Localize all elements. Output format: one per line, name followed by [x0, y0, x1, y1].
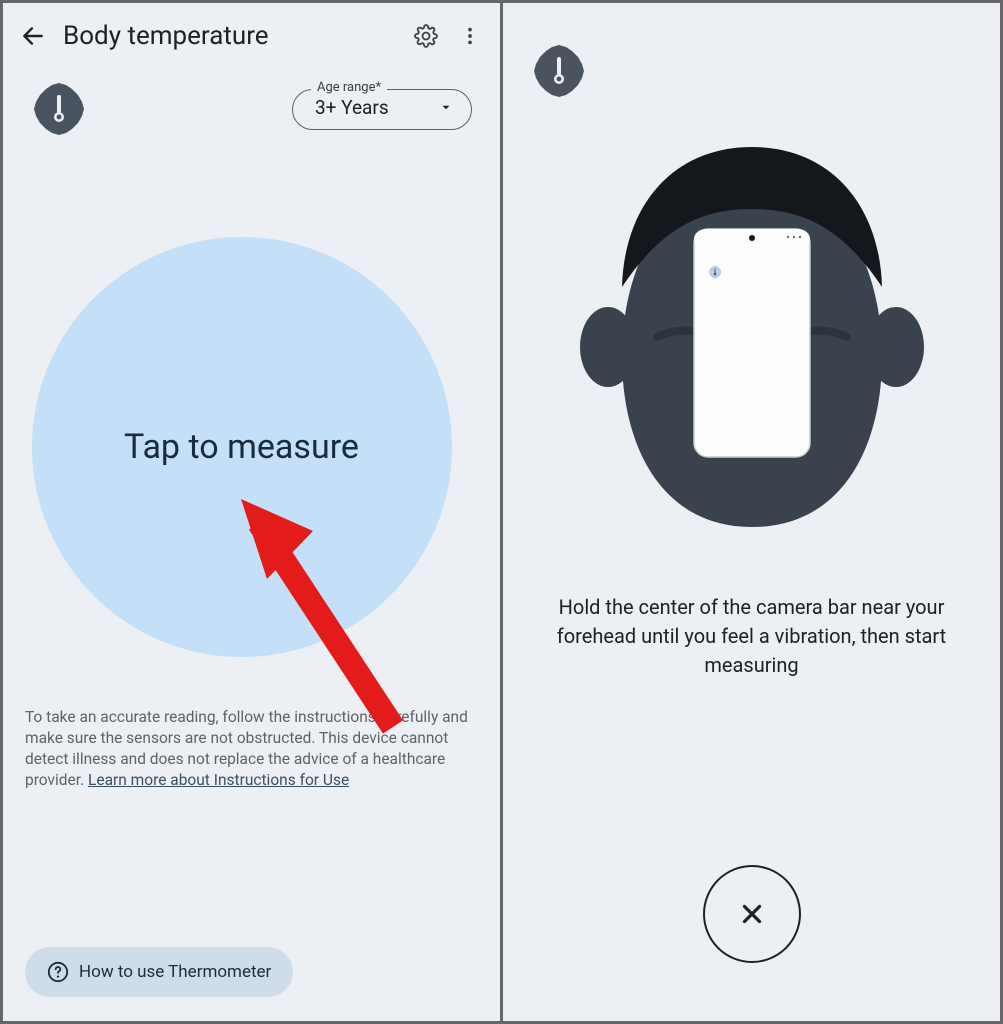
head-with-phone-icon — [562, 137, 942, 537]
thermometer-badge-icon — [31, 81, 87, 137]
age-range-value: 3+ Years — [315, 96, 389, 119]
settings-button[interactable] — [412, 22, 440, 50]
thermometer-badge-icon — [531, 43, 587, 99]
thermometer-badge — [503, 3, 1000, 103]
instruction-text: Hold the center of the camera bar near y… — [503, 593, 1000, 680]
arrow-left-icon — [20, 23, 46, 49]
close-button[interactable] — [703, 865, 801, 963]
more-vertical-icon — [459, 25, 481, 47]
age-range-label: Age range* — [311, 80, 387, 95]
age-range-dropdown[interactable]: Age range* 3+ Years — [292, 89, 472, 130]
more-button[interactable] — [456, 22, 484, 50]
instructions-for-use-link[interactable]: Learn more about Instructions for Use — [88, 771, 349, 789]
badge-row: Age range* 3+ Years — [3, 61, 500, 137]
thermometer-badge — [31, 81, 87, 137]
how-to-use-chip[interactable]: How to use Thermometer — [25, 947, 293, 997]
tap-to-measure-button[interactable]: Tap to measure — [32, 237, 452, 657]
tap-to-measure-label: Tap to measure — [124, 427, 359, 467]
measure-instruction-screen: Hold the center of the camera bar near y… — [503, 3, 1000, 1021]
forehead-illustration — [503, 137, 1000, 537]
measure-area: Tap to measure — [3, 177, 500, 697]
close-icon — [737, 899, 767, 929]
disclaimer-text: To take an accurate reading, follow the … — [3, 707, 500, 791]
how-to-use-label: How to use Thermometer — [79, 962, 271, 982]
chevron-down-icon — [439, 100, 453, 119]
help-icon — [47, 961, 69, 983]
body-temperature-screen: Body temperature Age range* — [3, 3, 500, 1021]
gear-icon — [414, 24, 438, 48]
top-bar: Body temperature — [3, 3, 500, 61]
page-title: Body temperature — [63, 21, 396, 51]
back-button[interactable] — [19, 22, 47, 50]
